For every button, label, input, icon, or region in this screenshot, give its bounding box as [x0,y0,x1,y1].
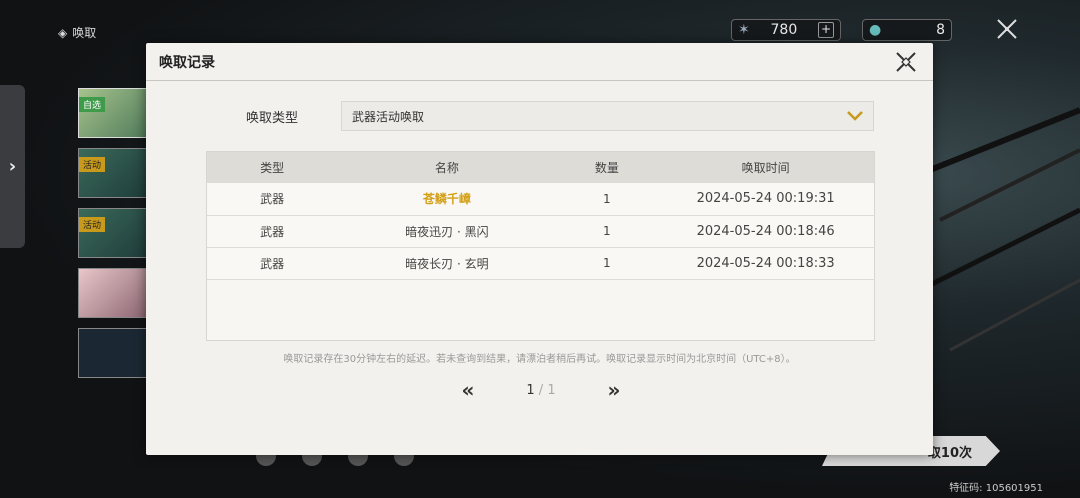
convene-history-modal: 唤取记录 唤取类型 武器活动唤取 类型 名称 数量 唤取时间 武器 苍鳞千嶂 1… [146,43,933,455]
cell-time: 2024-05-24 00:18:33 [696,255,835,271]
cell-type: 武器 [260,224,285,239]
chevron-down-icon [847,111,863,121]
filter-label: 唤取类型 [246,110,299,126]
star-icon: ✶ [738,22,750,38]
header-name: 名称 [434,161,459,175]
banner-item[interactable]: 活动 [78,148,150,198]
header-qty: 数量 [594,161,619,175]
prev-page-button[interactable]: « [456,378,480,402]
table-row: 武器 暗夜迅刃 · 黑闪 1 2024-05-24 00:18:46 [207,215,874,247]
page-title: ◈ 唤取 [58,24,96,41]
next-page-button[interactable]: » [602,378,626,402]
table-row: 武器 暗夜长刃 · 玄明 1 2024-05-24 00:18:33 [207,247,874,279]
page-title-text: 唤取 [72,26,97,40]
history-table: 类型 名称 数量 唤取时间 武器 苍鳞千嶂 1 2024-05-24 00:19… [206,151,875,341]
table-header-row: 类型 名称 数量 唤取时间 [207,152,874,183]
modal-header: 唤取记录 [146,43,933,81]
filter-row: 唤取类型 武器活动唤取 [246,101,874,131]
expand-side-button[interactable]: › [0,85,25,248]
chevron-right-icon: › [8,156,17,177]
total-pages: 1 [547,382,556,398]
page-indicator: 1 / 1 [526,383,555,398]
banner-tag: 活动 [79,217,106,232]
close-icon[interactable] [895,51,917,73]
currency-tide: ● 8 [862,19,952,41]
select-value: 武器活动唤取 [352,109,425,124]
pull-ten-label: 取10次 [927,445,972,461]
modal-title: 唤取记录 [159,54,215,71]
table-row: 武器 苍鳞千嶂 1 2024-05-24 00:19:31 [207,183,874,215]
cell-time: 2024-05-24 00:18:46 [696,223,835,239]
cell-name: 暗夜长刃 · 玄明 [405,256,489,271]
banner-tag: 活动 [79,157,106,172]
cell-time: 2024-05-24 00:19:31 [696,191,835,207]
banner-list: 自选 活动 活动 [78,88,150,388]
delay-note: 唤取记录存在30分钟左右的延迟。若未查询到结果，请漂泊者稍后再试。唤取记录显示时… [283,354,796,365]
currency-astrite: ✶ 780 + [731,19,841,41]
currency-value: 780 [770,22,798,38]
banner-item[interactable] [78,328,150,378]
header-type: 类型 [260,161,285,175]
uid-text: 特征码: 105601951 [949,483,1043,494]
cell-name: 暗夜迅刃 · 黑闪 [405,224,489,239]
pagination: « 1 / 1 » [456,378,626,402]
close-icon[interactable] [996,18,1018,40]
banner-item[interactable]: 自选 [78,88,150,138]
cell-type: 武器 [260,256,285,271]
diamond-icon: ◈ [58,25,68,40]
convene-type-select[interactable]: 武器活动唤取 [341,101,874,131]
orb-icon: ● [869,22,882,38]
header-time: 唤取时间 [741,161,790,175]
page-separator: / [538,382,544,398]
currency-value: 8 [936,22,945,38]
current-page: 1 [526,382,535,398]
background-art [920,107,1080,352]
cell-qty: 1 [603,224,611,238]
cell-name: 苍鳞千嶂 [422,192,471,207]
cell-qty: 1 [603,191,611,206]
add-currency-button[interactable]: + [818,22,834,38]
cell-type: 武器 [260,192,285,207]
banner-item[interactable]: 活动 [78,208,150,258]
banner-item[interactable] [78,268,150,318]
banner-tag: 自选 [79,97,106,112]
cell-qty: 1 [603,256,611,270]
